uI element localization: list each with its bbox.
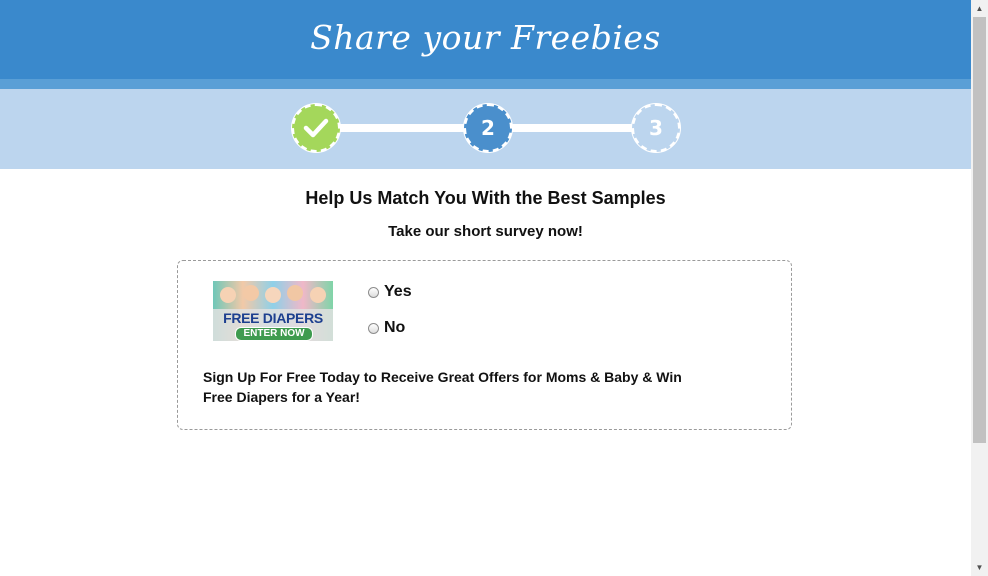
- check-icon: [303, 118, 329, 138]
- vertical-scrollbar[interactable]: ▲ ▼: [971, 0, 988, 576]
- page: Share your Freebies 2 3 Help Us Match Yo…: [0, 0, 971, 576]
- scrollbar-thumb[interactable]: [973, 17, 986, 443]
- option-no[interactable]: No: [368, 319, 405, 337]
- step-2-current: 2: [464, 104, 512, 152]
- free-diapers-ad[interactable]: FREE DIAPERS ENTER NOW: [213, 281, 333, 341]
- step-number: 3: [649, 116, 663, 140]
- page-title: Help Us Match You With the Best Samples: [305, 188, 666, 208]
- site-title: Share your Freebies: [310, 18, 661, 57]
- step-connector-2: [509, 124, 633, 132]
- step-3-upcoming: 3: [632, 104, 680, 152]
- step-number: 2: [481, 116, 495, 140]
- page-subtitle: Take our short survey now!: [388, 223, 583, 240]
- step-connector-1: [338, 124, 466, 132]
- option-yes[interactable]: Yes: [368, 283, 412, 301]
- radio-yes[interactable]: [368, 286, 379, 298]
- header: Share your Freebies: [0, 0, 971, 79]
- radio-no[interactable]: [368, 322, 379, 334]
- option-label[interactable]: No: [384, 319, 405, 337]
- option-label[interactable]: Yes: [384, 283, 412, 301]
- scroll-down-arrow-icon[interactable]: ▼: [971, 559, 988, 576]
- ad-title: FREE DIAPERS: [223, 310, 323, 326]
- header-divider: [0, 79, 971, 89]
- scroll-up-arrow-icon[interactable]: ▲: [971, 0, 988, 17]
- enter-now-button[interactable]: ENTER NOW: [235, 327, 313, 341]
- babies-image: [220, 285, 326, 303]
- offer-card: FREE DIAPERS ENTER NOW Yes No Sign Up Fo…: [177, 260, 792, 430]
- offer-description: Sign Up For Free Today to Receive Great …: [203, 369, 682, 405]
- step-1-complete: [292, 104, 340, 152]
